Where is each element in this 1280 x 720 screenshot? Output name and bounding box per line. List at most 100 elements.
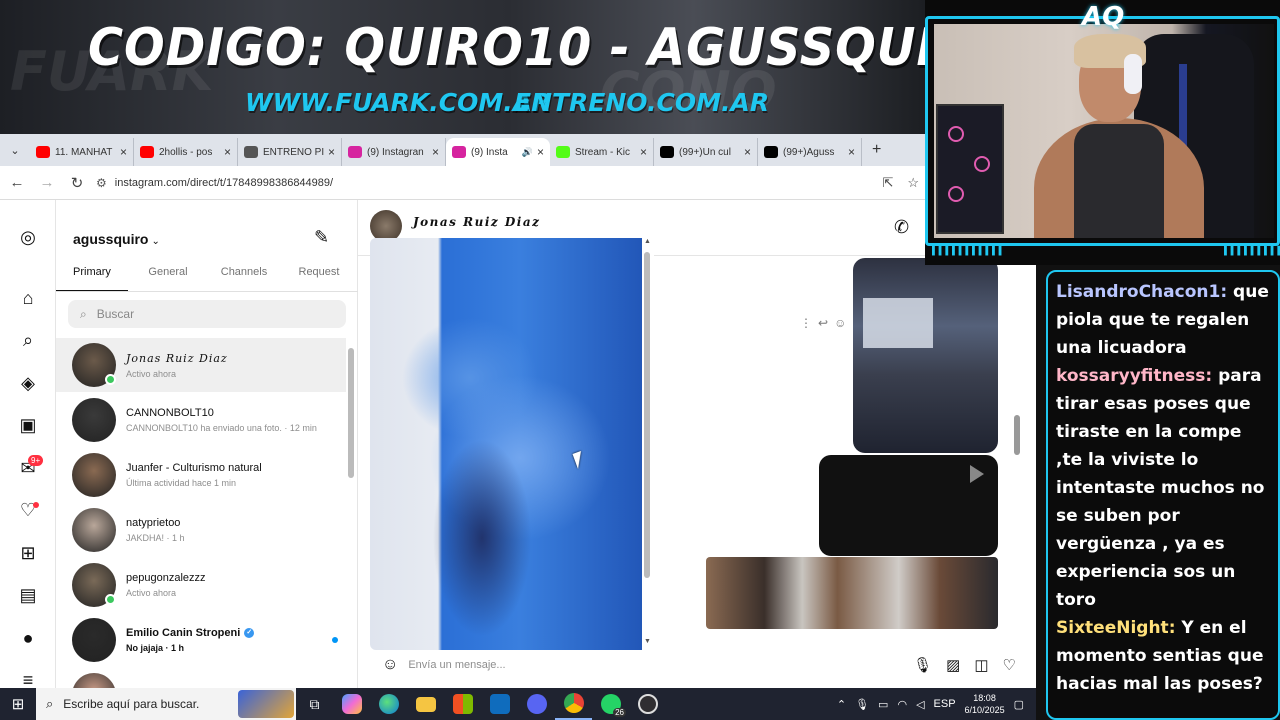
browser-tab[interactable]: Stream - Kic × [550,138,654,166]
tab-close-icon[interactable]: × [537,145,544,159]
tab-close-icon[interactable]: × [328,145,335,159]
reels-icon[interactable]: ▣ [16,413,40,437]
task-view-icon[interactable]: ⧉ [296,688,333,720]
tab-close-icon[interactable]: × [744,145,751,159]
url-field[interactable]: ⚙ instagram.com/direct/t/178489983868449… [96,170,876,196]
video-player-overlay[interactable]: ▲ ▼ [370,238,654,650]
inbox-tab-channels[interactable]: Channels [208,264,280,291]
obs-icon[interactable] [629,688,666,720]
site-settings-icon[interactable]: ⚙ [96,176,107,190]
inbox-tab-primary[interactable]: Primary [56,264,128,291]
profile-avatar-icon[interactable]: ● [16,626,40,650]
back-arrow-icon[interactable]: ← [4,174,30,191]
explore-compass-icon[interactable]: ◈ [16,371,40,395]
browser-tab[interactable]: (9) Insta 🔊 × [446,138,550,166]
tab-close-icon[interactable]: × [432,145,439,159]
new-tab-plus-icon[interactable]: + [872,141,881,159]
whatsapp-icon[interactable]: 26 [592,688,629,720]
account-switcher[interactable]: agussquiro ⌄ [73,231,160,247]
tab-close-icon[interactable]: × [120,145,127,159]
tab-close-icon[interactable]: × [640,145,647,159]
tab-search-chevron-icon[interactable]: ⌄ [0,144,30,157]
conversation-row[interactable]: Yamila Abigail Ruberto✓ [56,668,346,688]
online-status-dot [105,374,116,385]
contact-name[interactable]: Jonas Ruiz Diaz [413,215,540,229]
microphone-icon[interactable]: 🎙 [913,656,932,674]
browser-tab[interactable]: (9) Instagran × [342,138,446,166]
taskbar-search-input[interactable]: ⌕ Escribe aquí para buscar. [36,688,296,720]
browser-tab[interactable]: (99+)Un cul × [654,138,758,166]
scroll-up-arrow-icon[interactable]: ▲ [644,238,651,245]
clock[interactable]: 18:08 6/10/2025 [965,692,1005,716]
bookmark-star-icon[interactable]: ☆ [907,175,919,191]
microphone-tray-icon[interactable]: 🎙 [855,698,869,711]
conversation-row[interactable]: Jonas Ruiz Diaz Activo ahora [56,338,346,392]
phone-call-icon[interactable]: ✆ [894,217,909,238]
install-app-icon[interactable]: ⇱ [882,175,893,191]
search-icon[interactable]: ⌕ [16,328,40,352]
chat-username[interactable]: LisandroChacon1 [1056,282,1220,302]
browser-tab[interactable]: 11. MANHAT × [30,138,134,166]
scroll-down-arrow-icon[interactable]: ▼ [644,638,651,645]
inbox-tab-request[interactable]: Request [280,264,358,291]
more-dots-icon[interactable]: ⋮ [800,316,818,330]
conversation-row[interactable]: natyprietoo JAKDHA! · 1 h [56,503,346,557]
inbox-tab-general[interactable]: General [128,264,208,291]
tray-chevron-up-icon[interactable]: ⌃ [837,698,846,711]
chrome-icon[interactable] [555,688,592,720]
language-indicator[interactable]: ESP [934,698,956,710]
tab-close-icon[interactable]: × [848,145,855,159]
react-smile-icon[interactable]: ☺ [834,316,852,330]
video-frame[interactable] [370,238,642,650]
new-message-compose-icon[interactable]: ✎ [314,227,329,248]
browser-tab[interactable]: (99+)Aguss × [758,138,862,166]
windows-start-icon[interactable]: ⊞ [0,695,36,713]
chat-username[interactable]: kossaryyfitness [1056,366,1205,386]
chat-username[interactable]: SixteeNight [1056,618,1169,638]
conversation-row[interactable]: pepugonzalezzz Activo ahora [56,558,346,612]
edge-icon[interactable] [370,688,407,720]
home-icon[interactable]: ⌂ [16,286,40,310]
store-icon[interactable] [444,688,481,720]
volume-icon[interactable]: ◁ [916,698,924,711]
chat-separator: : [1205,366,1219,386]
browser-tab[interactable]: 2hollis - pos × [134,138,238,166]
file-explorer-icon[interactable] [407,688,444,720]
search-highlight-image[interactable] [238,690,294,718]
reload-icon[interactable]: ↻ [64,174,90,192]
like-heart-icon[interactable]: ♡ [1003,656,1016,674]
dashboard-chart-icon[interactable]: ▤ [16,583,40,607]
conversation-preview: No jajaja · 1 h [126,643,185,653]
instagram-logo-icon[interactable]: ◎ [16,225,40,249]
more-menu-icon[interactable]: ≡ [16,668,40,689]
message-video-dark[interactable] [819,455,998,556]
network-icon[interactable]: ▭ [878,698,888,711]
wifi-icon[interactable]: ◠ [897,698,907,711]
reply-arrow-icon[interactable]: ↩ [818,316,834,330]
video-scrollbar[interactable] [644,252,650,578]
browser-tab[interactable]: ENTRENO PI × [238,138,342,166]
search-input[interactable]: ⌕ Buscar [68,300,346,328]
avatar [72,453,116,497]
browser-address-bar: ← → ↻ ⚙ instagram.com/direct/t/178489983… [0,166,925,200]
chat-scrollbar[interactable] [1014,415,1020,455]
conversation-name: Juanfer - Culturismo natural [126,462,262,474]
tab-audio-icon[interactable]: 🔊 [522,147,533,158]
sticker-icon[interactable]: ◫ [974,656,988,674]
conversation-row[interactable]: CANNONBOLT10 CANNONBOLT10 ha enviado una … [56,393,346,447]
conversation-row[interactable]: Emilio Canin Stropeni ✓ No jajaja · 1 h [56,613,346,667]
create-plus-icon[interactable]: ⊞ [16,541,40,565]
message-input[interactable]: Envía un mensaje... [408,659,913,671]
forward-arrow-icon[interactable]: → [34,174,60,191]
discord-icon[interactable] [518,688,555,720]
conversation-row[interactable]: Juanfer - Culturismo natural Última activ… [56,448,346,502]
copilot-icon[interactable] [333,688,370,720]
message-photo-strip[interactable] [706,557,998,629]
outlook-icon[interactable] [481,688,518,720]
list-scrollbar[interactable] [348,348,354,478]
notifications-icon[interactable]: ▢ [1014,698,1024,711]
message-image-conference[interactable] [853,258,998,453]
image-icon[interactable]: ▨ [946,656,960,674]
emoji-icon[interactable]: ☺ [382,656,398,674]
tab-close-icon[interactable]: × [224,145,231,159]
